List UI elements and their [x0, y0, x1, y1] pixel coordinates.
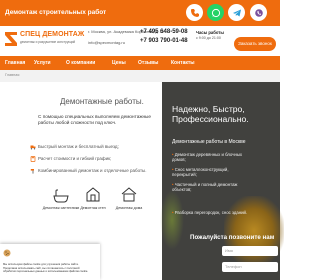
- feature-item: Комбинированный демонтаж и отделочные ра…: [38, 168, 147, 173]
- telegram-icon: [232, 9, 241, 16]
- site-tagline: Демонтаж строительных работ: [5, 9, 107, 16]
- logo-icon: [5, 32, 17, 46]
- foliage-image: [160, 190, 184, 250]
- phone-icon-button[interactable]: [186, 4, 203, 21]
- viber-icon-button[interactable]: [250, 4, 267, 21]
- email-link[interactable]: info@specmontag.ru: [88, 40, 125, 45]
- nav-item-home[interactable]: Главная: [5, 60, 25, 66]
- logo-name[interactable]: СПЕЦ ДЕМОНТАЖ: [20, 31, 84, 38]
- nav-item-services[interactable]: Услуги: [34, 60, 51, 66]
- hero-title: Надежно, Быстро, Профессионально.: [172, 104, 249, 125]
- nav-item-reviews[interactable]: Отзывы: [138, 60, 158, 66]
- hero-list-item: Разборка перегородок, снос зданий.: [172, 210, 262, 215]
- whatsapp-icon: [211, 8, 220, 17]
- telegram-icon-button[interactable]: [228, 4, 245, 21]
- cookie-banner: [0, 244, 100, 280]
- page-title: Демонтажные работы.: [60, 97, 144, 106]
- feature-item: Расчет стоимости и гибкий график;: [38, 156, 112, 161]
- wall-icon: [86, 187, 100, 202]
- name-input[interactable]: Имя: [222, 246, 278, 256]
- breadcrumb-bar: [0, 70, 280, 82]
- hero-list-item: Снос металлоконструкций, перекрытий;: [172, 167, 250, 177]
- viber-icon: [254, 8, 263, 17]
- hammer-icon: [30, 169, 34, 174]
- category-label[interactable]: Демонтаж дома: [110, 206, 148, 210]
- phone-icon: [190, 8, 199, 17]
- whatsapp-icon-button[interactable]: [207, 4, 224, 21]
- form-title: Пожалуйста позвоните нам: [190, 234, 275, 241]
- feature-item: Быстрый монтаж и бесплатный выезд;: [38, 144, 119, 149]
- cookie-icon: [3, 249, 11, 257]
- phone-2[interactable]: +7 903 790-01-48: [140, 38, 188, 44]
- hours-label: Часы работы: [196, 30, 224, 35]
- house-icon: [121, 187, 137, 202]
- nav-item-prices[interactable]: Цены: [112, 60, 126, 66]
- cookie-text: Мы используем файлы cookie для улучшения…: [3, 263, 89, 273]
- calculator-icon: [30, 156, 36, 162]
- logo-subtitle: демонтаж и разрушение конструкций: [20, 40, 76, 44]
- callback-button[interactable]: Заказать звонок: [234, 37, 276, 51]
- phone-input[interactable]: Телефон: [222, 262, 278, 272]
- hero-list-item: Частичный и полный демонтаж объектов;: [172, 182, 250, 192]
- hero-list-heading: Демонтажные работы в Москве: [172, 139, 246, 145]
- bathtub-icon: [53, 189, 69, 203]
- phone-1[interactable]: +7 495 648-59-08: [140, 29, 188, 35]
- nav-item-contacts[interactable]: Контакты: [171, 60, 195, 66]
- nav-item-about[interactable]: О компании: [66, 60, 95, 66]
- intro-text: С помощью специальных выполняем демонтаж…: [38, 114, 152, 126]
- hero-list-item: Демонтаж деревянных и блочных домов;: [172, 152, 250, 162]
- working-hours: с 9:00 до 21:00: [196, 36, 221, 40]
- breadcrumb[interactable]: Главная: [5, 73, 19, 77]
- category-label[interactable]: Демонтаж стен: [74, 206, 112, 210]
- truck-icon: [30, 145, 36, 150]
- main-nav: Главная Услуги О компании Цены Отзывы Ко…: [0, 56, 280, 70]
